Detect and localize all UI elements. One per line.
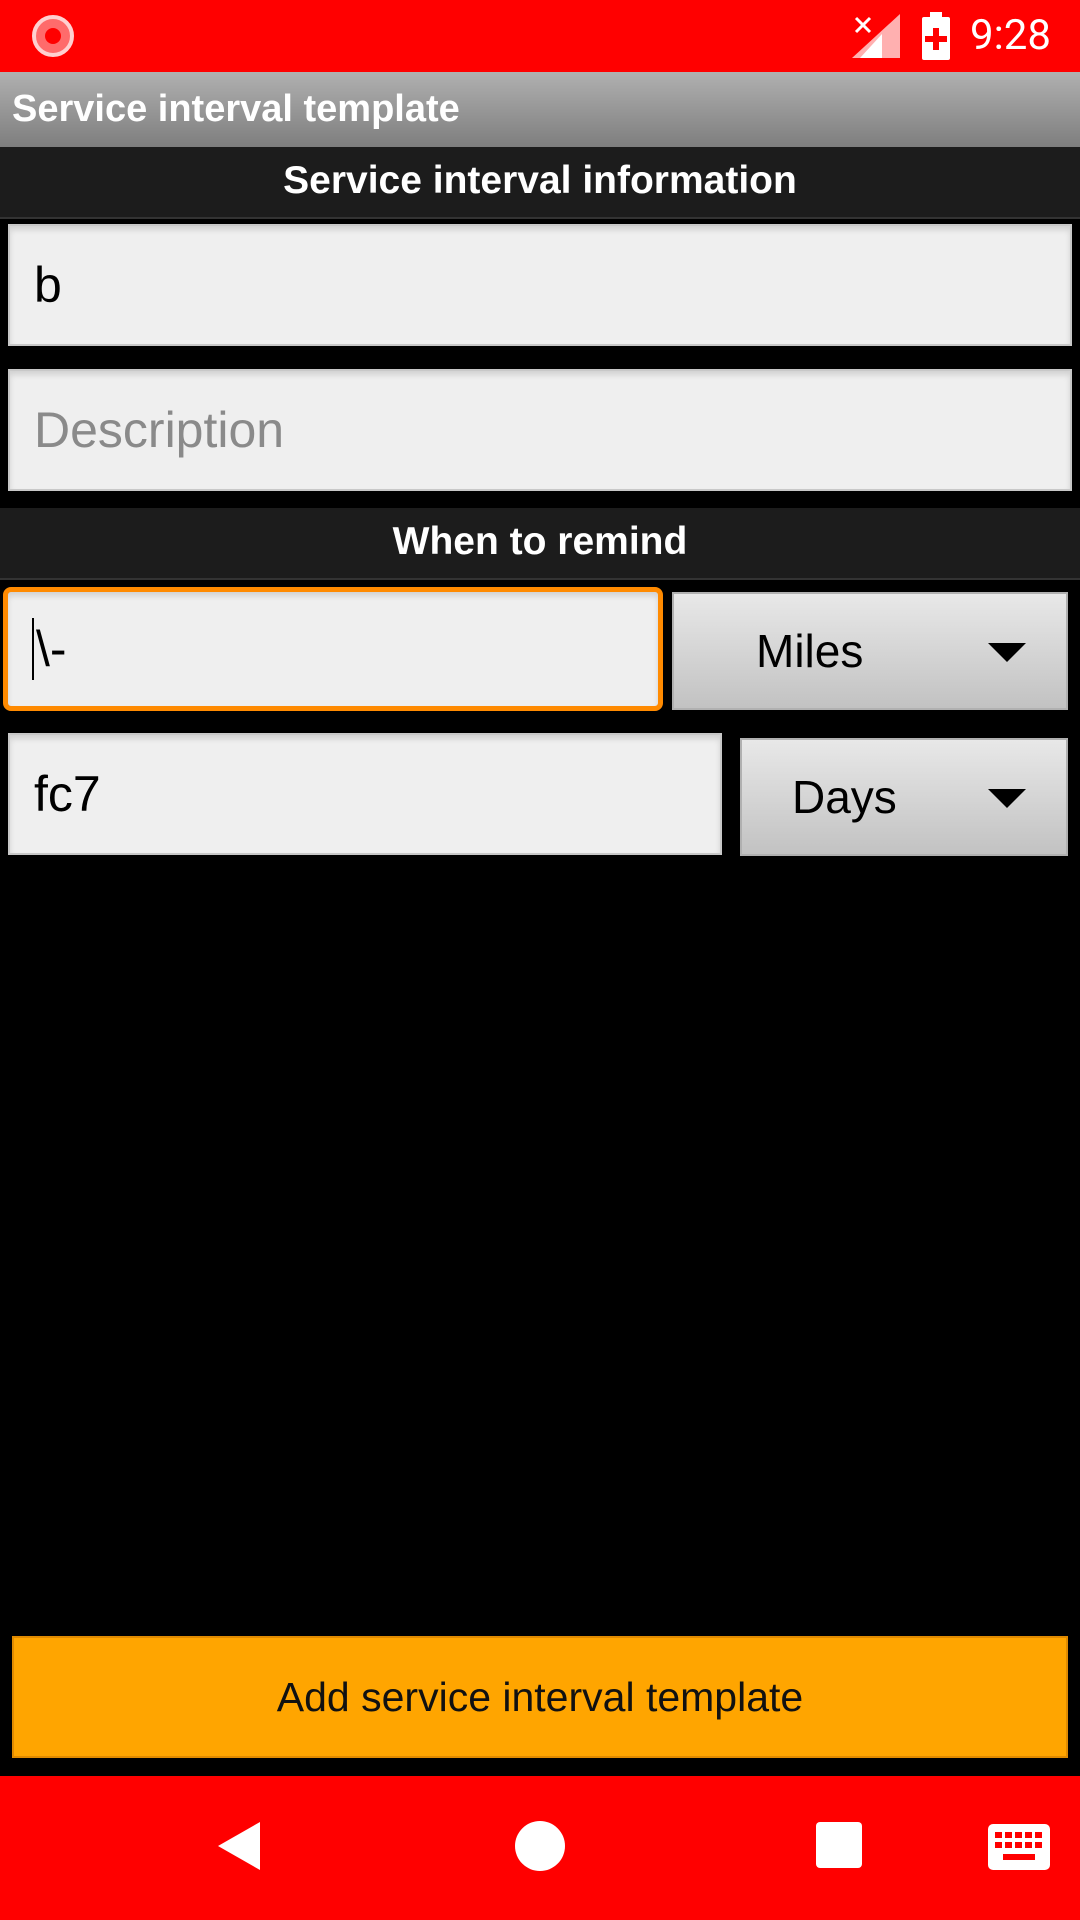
- add-template-button[interactable]: Add service interval template: [12, 1636, 1068, 1758]
- chevron-down-icon: [988, 643, 1026, 662]
- action-bar: Service interval template: [0, 72, 1080, 147]
- status-bar: 9:28: [0, 0, 1080, 72]
- time-interval-value: fc7: [34, 766, 101, 822]
- name-field[interactable]: b: [8, 224, 1072, 346]
- recents-icon[interactable]: [816, 1822, 862, 1868]
- description-placeholder: Description: [34, 402, 285, 458]
- signal-off-icon: [852, 14, 900, 58]
- battery-charging-icon: [922, 12, 950, 60]
- navigation-bar: [0, 1776, 1080, 1920]
- back-icon[interactable]: [218, 1822, 260, 1870]
- time-unit-dropdown[interactable]: Days: [740, 738, 1068, 856]
- distance-interval-value: \-: [36, 621, 67, 677]
- home-icon[interactable]: [515, 1821, 565, 1871]
- description-field[interactable]: Description: [8, 369, 1072, 491]
- page-title: Service interval template: [12, 88, 460, 130]
- name-field-value: b: [34, 257, 62, 313]
- clock: 9:28: [970, 11, 1051, 60]
- distance-interval-field[interactable]: \-: [3, 587, 663, 711]
- section-header-info: Service interval information: [0, 147, 1080, 219]
- record-icon: [32, 15, 74, 57]
- distance-unit-dropdown[interactable]: Miles: [672, 592, 1068, 710]
- add-template-button-label: Add service interval template: [276, 1673, 804, 1720]
- keyboard-icon[interactable]: [988, 1824, 1050, 1870]
- text-cursor: [32, 618, 34, 680]
- section-header-remind: When to remind: [0, 508, 1080, 580]
- chevron-down-icon: [988, 789, 1026, 808]
- time-interval-field[interactable]: fc7: [8, 733, 722, 855]
- distance-unit-label: Miles: [756, 625, 864, 677]
- time-unit-label: Days: [792, 771, 897, 823]
